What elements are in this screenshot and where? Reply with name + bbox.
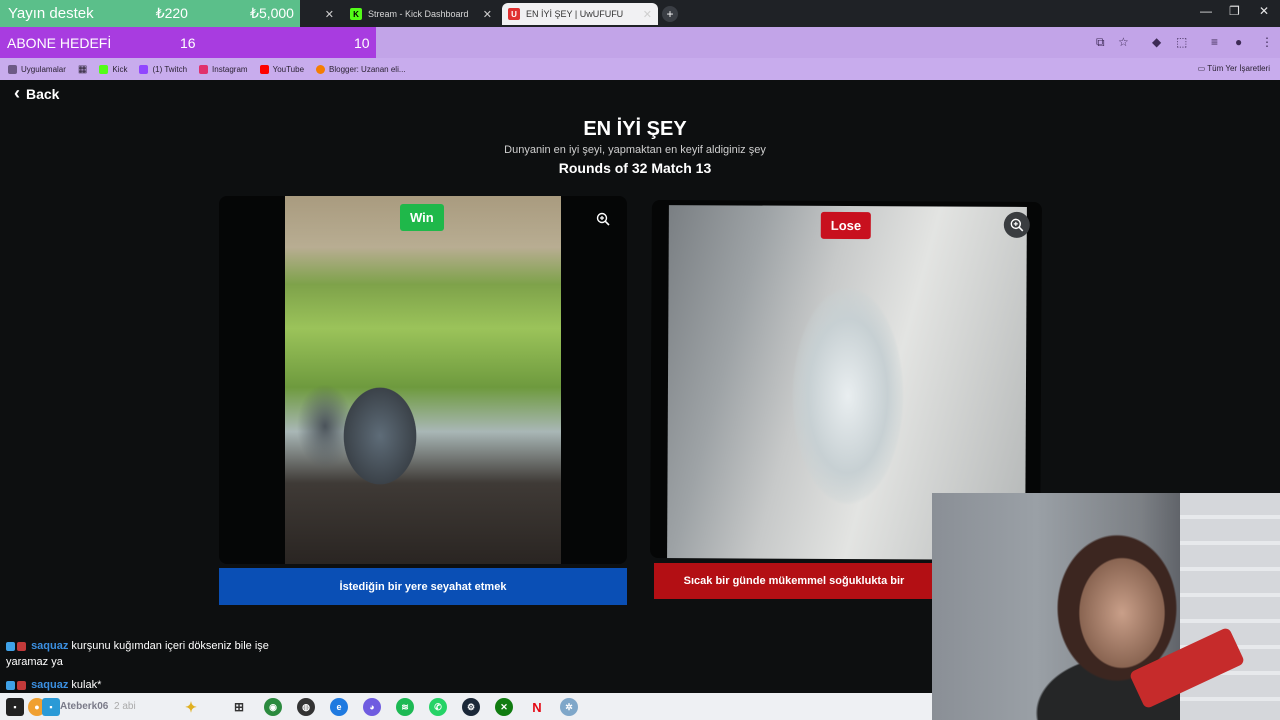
netflix-icon[interactable]: N	[528, 698, 546, 716]
taskbar-user-text: Ateberk06	[60, 701, 109, 712]
bookmark-kick[interactable]: Kick	[99, 64, 127, 74]
chat-message: saquaz kulak*	[6, 677, 306, 693]
bookmark-apps[interactable]: Uygulamalar	[8, 64, 66, 74]
minimize-icon[interactable]: —	[1200, 4, 1212, 18]
chat-username: saquaz	[31, 640, 69, 652]
badge-icon	[6, 680, 15, 690]
page-title: EN İYİ ŞEY	[583, 118, 687, 140]
left-choice-button[interactable]: İstediğin bir yere seyahat etmek	[219, 568, 627, 605]
bookmark-grid[interactable]: ▦	[78, 64, 87, 75]
win-badge: Win	[400, 204, 444, 231]
close-icon[interactable]: ✕	[483, 8, 492, 21]
zoom-in-icon[interactable]	[590, 206, 616, 232]
spotify-icon[interactable]: ≋	[396, 698, 414, 716]
sparkle-icon[interactable]: ✦	[182, 698, 200, 716]
close-icon[interactable]: ✕	[643, 8, 652, 21]
instagram-icon	[199, 64, 209, 74]
whatsapp-icon[interactable]: ✆	[429, 698, 447, 716]
tab-label: Stream - Kick Dashboard	[368, 9, 469, 19]
bookmark-instagram[interactable]: Instagram	[199, 64, 248, 74]
chrome-icon[interactable]: ◉	[264, 698, 282, 716]
task-view-icon[interactable]: ⊞	[230, 698, 248, 716]
tab-partial[interactable]: ✕	[300, 3, 340, 25]
uwufufu-icon: U	[508, 8, 520, 20]
close-icon[interactable]: ✕	[325, 8, 334, 21]
goal-target: 10	[354, 34, 370, 51]
settings-icon[interactable]: ✲	[560, 698, 578, 716]
badge-icon	[17, 641, 26, 651]
left-choice-card[interactable]: Win	[219, 196, 627, 564]
round-info: Rounds of 32 Match 13	[558, 160, 712, 176]
bookmark-twitch[interactable]: (1) Twitch	[139, 64, 187, 74]
bookmark-star-icon[interactable]: ☆	[1118, 35, 1129, 49]
taskbar: ▪ ● ▪ Ateberk06 2 abi ✦ ⊞ ◉ ◍ e ◕ ≋ ✆ ⚙ …	[0, 693, 932, 720]
all-bookmarks[interactable]: ▭ Tüm Yer İşaretleri	[1198, 64, 1270, 73]
steam-icon[interactable]: ⚙	[462, 698, 480, 716]
chat-message: saquaz kurşunu kuğımdan içeri dökseniz b…	[6, 638, 306, 670]
donation-target: ₺5,000	[250, 5, 294, 21]
translate-icon[interactable]: ⧉	[1096, 35, 1105, 50]
chat-text: kurşunu kuğımdan içeri dökseniz bile işe	[71, 640, 269, 652]
taskbar-extra-text: 2 abi	[114, 701, 136, 712]
media-icon[interactable]: ≡	[1211, 35, 1218, 49]
badge-icon	[17, 680, 26, 690]
kick-icon: K	[350, 8, 362, 20]
subscriber-goal-overlay: ABONE HEDEFİ 16 10	[0, 27, 376, 58]
discord-icon[interactable]: ◕	[363, 698, 381, 716]
right-choice-button[interactable]: Sıcak bir günde mükemmel soğuklukta bir	[654, 563, 934, 599]
extension-icon[interactable]: ◆	[1152, 35, 1161, 49]
address-bar: ABONE HEDEFİ 16 10 ⧉ ☆ ◆ ⬚ ≡ ● ⋮	[0, 27, 1280, 58]
chat-text: kulak*	[71, 679, 102, 691]
badge-icon	[6, 641, 15, 651]
lose-badge: Lose	[820, 211, 872, 240]
start-icon[interactable]: ▪	[6, 698, 24, 716]
tab-kick-dashboard[interactable]: K Stream - Kick Dashboard ✕	[344, 3, 498, 25]
menu-icon[interactable]: ⋮	[1261, 35, 1273, 49]
blogger-icon	[316, 64, 326, 74]
webcam-feed	[932, 493, 1280, 720]
kick-icon	[99, 64, 109, 74]
maximize-icon[interactable]: ❐	[1229, 4, 1240, 18]
zoom-in-icon[interactable]	[1003, 211, 1030, 238]
profile-avatar-icon[interactable]: ●	[1235, 35, 1242, 49]
new-tab-button[interactable]: +	[662, 6, 678, 22]
goal-current: 16	[180, 34, 196, 51]
donation-goal-overlay: Yayın destek ₺220 ₺5,000	[0, 0, 300, 27]
xbox-icon[interactable]: ✕	[495, 698, 513, 716]
obs-icon[interactable]: ◍	[297, 698, 315, 716]
puzzle-icon[interactable]: ⬚	[1176, 35, 1187, 49]
donation-current: ₺220	[155, 5, 188, 21]
tab-label: EN İYİ ŞEY | UwUFUFU	[526, 9, 624, 19]
youtube-icon	[259, 64, 269, 74]
chat-text-continued: yaramaz ya	[6, 656, 63, 668]
bookmark-youtube[interactable]: YouTube	[259, 64, 304, 74]
chat-username: saquaz	[31, 679, 69, 691]
apps-icon	[8, 64, 17, 74]
goal-label: ABONE HEDEFİ	[7, 34, 112, 51]
back-button[interactable]: ‹ Back	[14, 83, 59, 104]
bookmark-blogger[interactable]: Blogger: Uzanan eli...	[316, 64, 406, 74]
edge-icon[interactable]: e	[330, 698, 348, 716]
folder-icon: ▭	[1197, 64, 1208, 73]
tab-uwufufu[interactable]: U EN İYİ ŞEY | UwUFUFU ✕	[502, 3, 658, 25]
grid-icon: ▦	[77, 63, 88, 75]
donation-label: Yayın destek	[8, 5, 94, 22]
chevron-left-icon: ‹	[14, 83, 20, 103]
page-subtitle: Dunyanin en iyi şeyi, yapmaktan en keyif…	[504, 144, 766, 156]
left-choice-image[interactable]	[285, 196, 561, 564]
app-icon[interactable]: ▪	[42, 698, 60, 716]
twitch-icon	[139, 64, 149, 74]
browser-tab-bar: Yayın destek ₺220 ₺5,000 ✕ K Stream - Ki…	[0, 0, 1280, 27]
bookmarks-bar: Uygulamalar ▦ Kick (1) Twitch Instagram …	[0, 58, 1280, 80]
close-window-icon[interactable]: ✕	[1259, 4, 1269, 18]
